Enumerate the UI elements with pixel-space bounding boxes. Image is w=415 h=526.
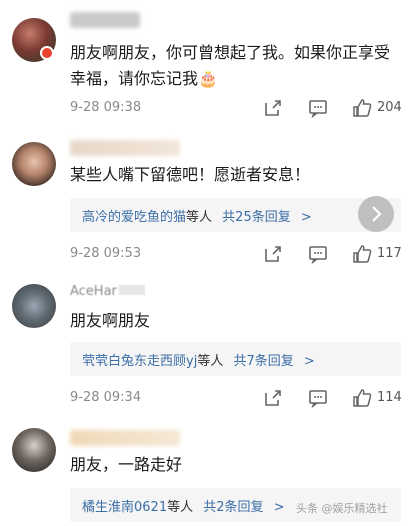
share-icon[interactable] xyxy=(263,244,283,264)
like-icon[interactable] xyxy=(352,244,372,264)
comment-text: 某些人嘴下留德吧！愿逝者安息！ xyxy=(70,165,311,184)
comment-meta: 9-28 09:34 114 xyxy=(70,388,402,410)
comment-item: AceHar 朋友啊朋友 茕茕白兔东走西顾yj等人 共7条回复 > 9-28 0… xyxy=(0,278,415,412)
chevron-right-icon xyxy=(372,206,382,222)
comment-item: 某些人嘴下留德吧！愿逝者安息！ 高冷的爱吃鱼的猫等人 共25条回复 > 9-28… xyxy=(0,128,415,268)
verified-badge-icon xyxy=(40,46,54,60)
reply-users[interactable]: 橘生淮南0621 xyxy=(82,500,167,515)
share-icon[interactable] xyxy=(263,388,283,408)
like-count: 114 xyxy=(377,390,402,405)
reply-suffix: 等人 xyxy=(197,354,224,369)
chevron-right-icon: > xyxy=(300,210,312,225)
reply-suffix: 等人 xyxy=(186,210,213,225)
reply-count[interactable]: 共25条回复 xyxy=(222,210,291,225)
username[interactable]: AceHar xyxy=(70,284,145,299)
reply-users[interactable]: 高冷的爱吃鱼的猫 xyxy=(82,210,186,225)
username[interactable] xyxy=(70,140,180,156)
username[interactable] xyxy=(70,430,180,446)
comment-text: 朋友啊朋友 xyxy=(70,311,151,330)
like-icon[interactable] xyxy=(352,98,372,118)
reply-summary[interactable]: 茕茕白兔东走西顾yj等人 共7条回复 > xyxy=(70,342,401,376)
like-count: 117 xyxy=(377,246,402,261)
emoji: 🎂 xyxy=(198,69,218,88)
reply-count[interactable]: 共7条回复 xyxy=(233,354,293,369)
comment-meta: 9-28 09:38 204 xyxy=(70,98,402,120)
username[interactable] xyxy=(70,12,140,28)
comment-icon[interactable] xyxy=(308,388,328,408)
chevron-right-icon: > xyxy=(273,500,285,515)
comment-meta: 9-28 09:53 117 xyxy=(70,244,402,266)
comment-item: 朋友啊朋友，你可曾想起了我。如果你正享受幸福，请你忘记我🎂 9-28 09:38… xyxy=(0,0,415,122)
like-count: 204 xyxy=(377,100,402,115)
comment-icon[interactable] xyxy=(308,244,328,264)
timestamp: 9-28 09:34 xyxy=(70,390,142,405)
reply-users[interactable]: 茕茕白兔东走西顾yj xyxy=(82,354,197,369)
comment-icon[interactable] xyxy=(308,98,328,118)
comment-text: 朋友，一路走好 xyxy=(70,455,183,474)
watermark: 头条 @娱乐精选社 xyxy=(296,502,388,515)
comment-text: 朋友啊朋友，你可曾想起了我。如果你正享受幸福，请你忘记我🎂 xyxy=(70,43,391,88)
timestamp: 9-28 09:38 xyxy=(70,100,142,115)
like-icon[interactable] xyxy=(352,388,372,408)
avatar[interactable] xyxy=(12,142,56,186)
reply-suffix: 等人 xyxy=(167,500,194,515)
chevron-right-icon: > xyxy=(303,354,315,369)
scroll-next-button[interactable] xyxy=(358,196,394,232)
avatar[interactable] xyxy=(12,428,56,472)
reply-count[interactable]: 共2条回复 xyxy=(203,500,263,515)
timestamp: 9-28 09:53 xyxy=(70,246,142,261)
avatar[interactable] xyxy=(12,284,56,328)
share-icon[interactable] xyxy=(263,98,283,118)
reply-summary[interactable]: 高冷的爱吃鱼的猫等人 共25条回复 > xyxy=(70,198,401,232)
